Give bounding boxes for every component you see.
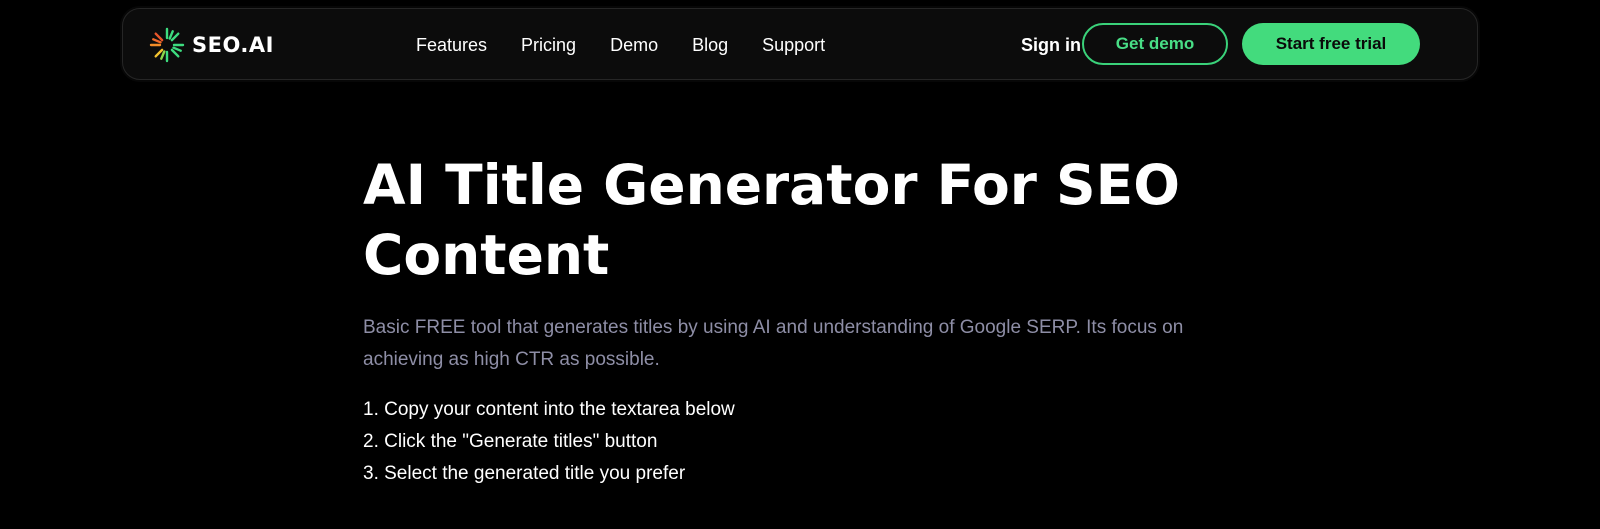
- logo-text: SEO.AI: [192, 33, 274, 57]
- sign-in-link[interactable]: Sign in: [1021, 9, 1081, 81]
- page-title-line-1: AI Title Generator For SEO: [363, 153, 1180, 217]
- instruction-step: 3. Select the generated title you prefer: [363, 463, 686, 484]
- sunburst-logo-icon: [149, 27, 185, 63]
- nav-link-support[interactable]: Support: [762, 35, 825, 56]
- page-title-line-2: Content: [363, 223, 610, 287]
- nav-link-features[interactable]: Features: [416, 35, 487, 56]
- get-demo-button[interactable]: Get demo: [1082, 23, 1228, 65]
- nav-link-blog[interactable]: Blog: [692, 35, 728, 56]
- hero-section: AI Title Generator For SEO Content Basic…: [363, 150, 1233, 490]
- start-free-trial-button[interactable]: Start free trial: [1242, 23, 1420, 65]
- nav-link-pricing[interactable]: Pricing: [521, 35, 576, 56]
- nav-link-demo[interactable]: Demo: [610, 35, 658, 56]
- instruction-steps: 1. Copy your content into the textarea b…: [363, 394, 1233, 490]
- instruction-step: 2. Click the "Generate titles" button: [363, 431, 658, 452]
- seo-ai-logo[interactable]: SEO.AI: [149, 25, 274, 65]
- page-title: AI Title Generator For SEO Content: [363, 150, 1233, 290]
- instruction-step: 1. Copy your content into the textarea b…: [363, 399, 735, 420]
- primary-nav: Features Pricing Demo Blog Support: [416, 9, 825, 81]
- hero-description: Basic FREE tool that generates titles by…: [363, 317, 1184, 370]
- top-navbar: SEO.AI Features Pricing Demo Blog Suppor…: [122, 8, 1478, 80]
